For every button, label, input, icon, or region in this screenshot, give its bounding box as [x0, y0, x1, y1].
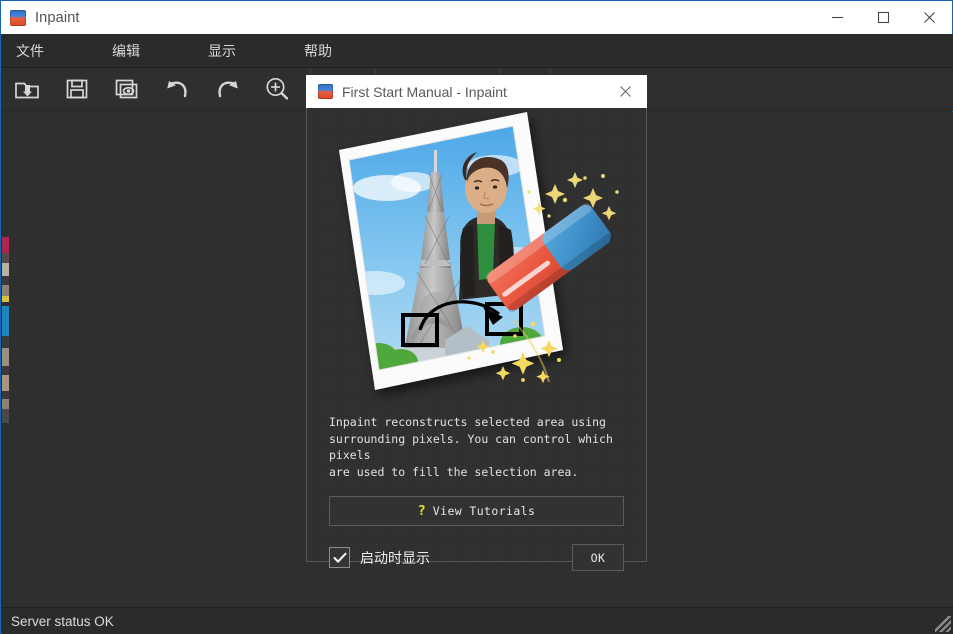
menu-view[interactable]: 显示	[198, 34, 246, 67]
first-start-manual-dialog: First Start Manual - Inpaint	[306, 75, 647, 562]
dialog-title-bar: First Start Manual - Inpaint	[306, 75, 647, 108]
undo-button[interactable]	[152, 68, 202, 111]
status-bar: Server status OK	[2, 607, 953, 634]
close-icon	[619, 85, 632, 98]
application-window: Inpaint 文件 编辑 显示 帮助	[0, 0, 953, 634]
window-title: Inpaint	[35, 10, 80, 26]
save-button[interactable]	[52, 68, 102, 111]
ok-button[interactable]: OK	[572, 544, 624, 571]
inpaint-photo-eraser-illustration	[307, 108, 646, 408]
close-button[interactable]	[906, 2, 952, 34]
menu-file[interactable]: 文件	[6, 34, 54, 67]
open-icon	[14, 76, 40, 102]
maximize-icon	[877, 11, 890, 24]
show-on-startup-checkbox[interactable]	[329, 547, 350, 568]
redo-button[interactable]	[202, 68, 252, 111]
illustration-graphic	[317, 108, 637, 408]
check-icon	[333, 552, 347, 564]
resize-grip-icon[interactable]	[935, 616, 951, 632]
dialog-close-button[interactable]	[603, 76, 647, 108]
view-tutorials-button[interactable]: ? View Tutorials	[329, 496, 624, 526]
dialog-footer: 启动时显示 OK	[329, 544, 624, 571]
zoom-in-icon	[264, 76, 290, 102]
view-tutorials-label: View Tutorials	[433, 504, 536, 518]
dialog-body: Inpaint reconstructs selected area using…	[306, 108, 647, 562]
dialog-description: Inpaint reconstructs selected area using…	[329, 414, 624, 480]
close-icon	[923, 11, 936, 24]
maximize-button[interactable]	[860, 2, 906, 34]
inpaint-logo-icon	[318, 84, 333, 99]
question-mark-icon: ?	[418, 503, 426, 519]
show-on-startup-label: 启动时显示	[360, 548, 430, 568]
inpaint-logo-icon	[10, 10, 26, 26]
save-icon	[65, 77, 89, 101]
preview-icon	[115, 77, 139, 101]
menu-help[interactable]: 帮助	[294, 34, 342, 67]
redo-icon	[214, 77, 241, 101]
status-text: Server status OK	[11, 614, 114, 629]
zoom-in-button[interactable]	[252, 68, 302, 111]
tool-options-panel-sliver[interactable]	[2, 112, 9, 607]
preview-button[interactable]	[102, 68, 152, 111]
menu-edit[interactable]: 编辑	[102, 34, 150, 67]
undo-icon	[164, 77, 191, 101]
title-bar: Inpaint	[1, 1, 952, 34]
open-button[interactable]	[2, 68, 52, 111]
dialog-title: First Start Manual - Inpaint	[342, 84, 507, 100]
menu-bar: 文件 编辑 显示 帮助	[2, 34, 953, 67]
minimize-button[interactable]	[814, 2, 860, 34]
minimize-icon	[831, 11, 844, 24]
